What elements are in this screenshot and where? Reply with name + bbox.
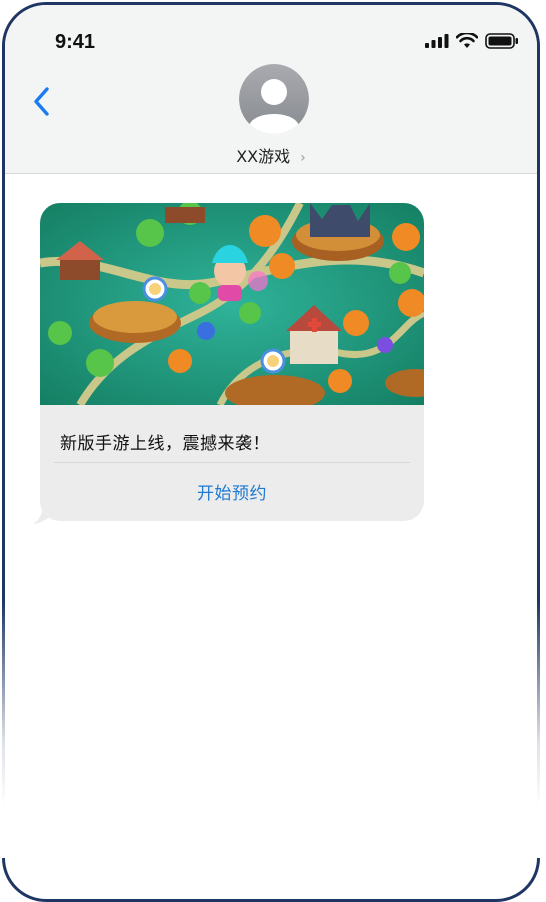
message-bubble: 新版手游上线，震撼来袭！ 开始预约 <box>40 203 424 521</box>
status-icons <box>425 33 519 49</box>
contact-avatar[interactable] <box>239 64 309 134</box>
chevron-left-icon[interactable] <box>31 85 55 119</box>
chevron-right-icon: › <box>300 150 306 166</box>
battery-icon <box>485 33 518 49</box>
conversation-header: 9:41 XX游戏 › <box>5 5 537 174</box>
bubble-divider <box>54 462 410 463</box>
wifi-icon <box>456 33 478 48</box>
game-map-image[interactable] <box>40 203 424 405</box>
status-time: 9:41 <box>55 31 96 53</box>
person-avatar-icon <box>239 64 309 134</box>
contact-name: XX游戏 <box>236 147 291 166</box>
message-text: 新版手游上线，震撼来袭！ <box>60 434 270 454</box>
phone-frame: 9:41 XX游戏 › 新版手游上线，震撼来袭！ 开始预约 <box>2 2 540 902</box>
reserve-button[interactable]: 开始预约 <box>40 479 424 504</box>
game-map-illustration <box>40 203 424 405</box>
cellular-signal-icon <box>425 34 449 48</box>
contact-name-row[interactable]: XX游戏 › <box>5 143 537 167</box>
